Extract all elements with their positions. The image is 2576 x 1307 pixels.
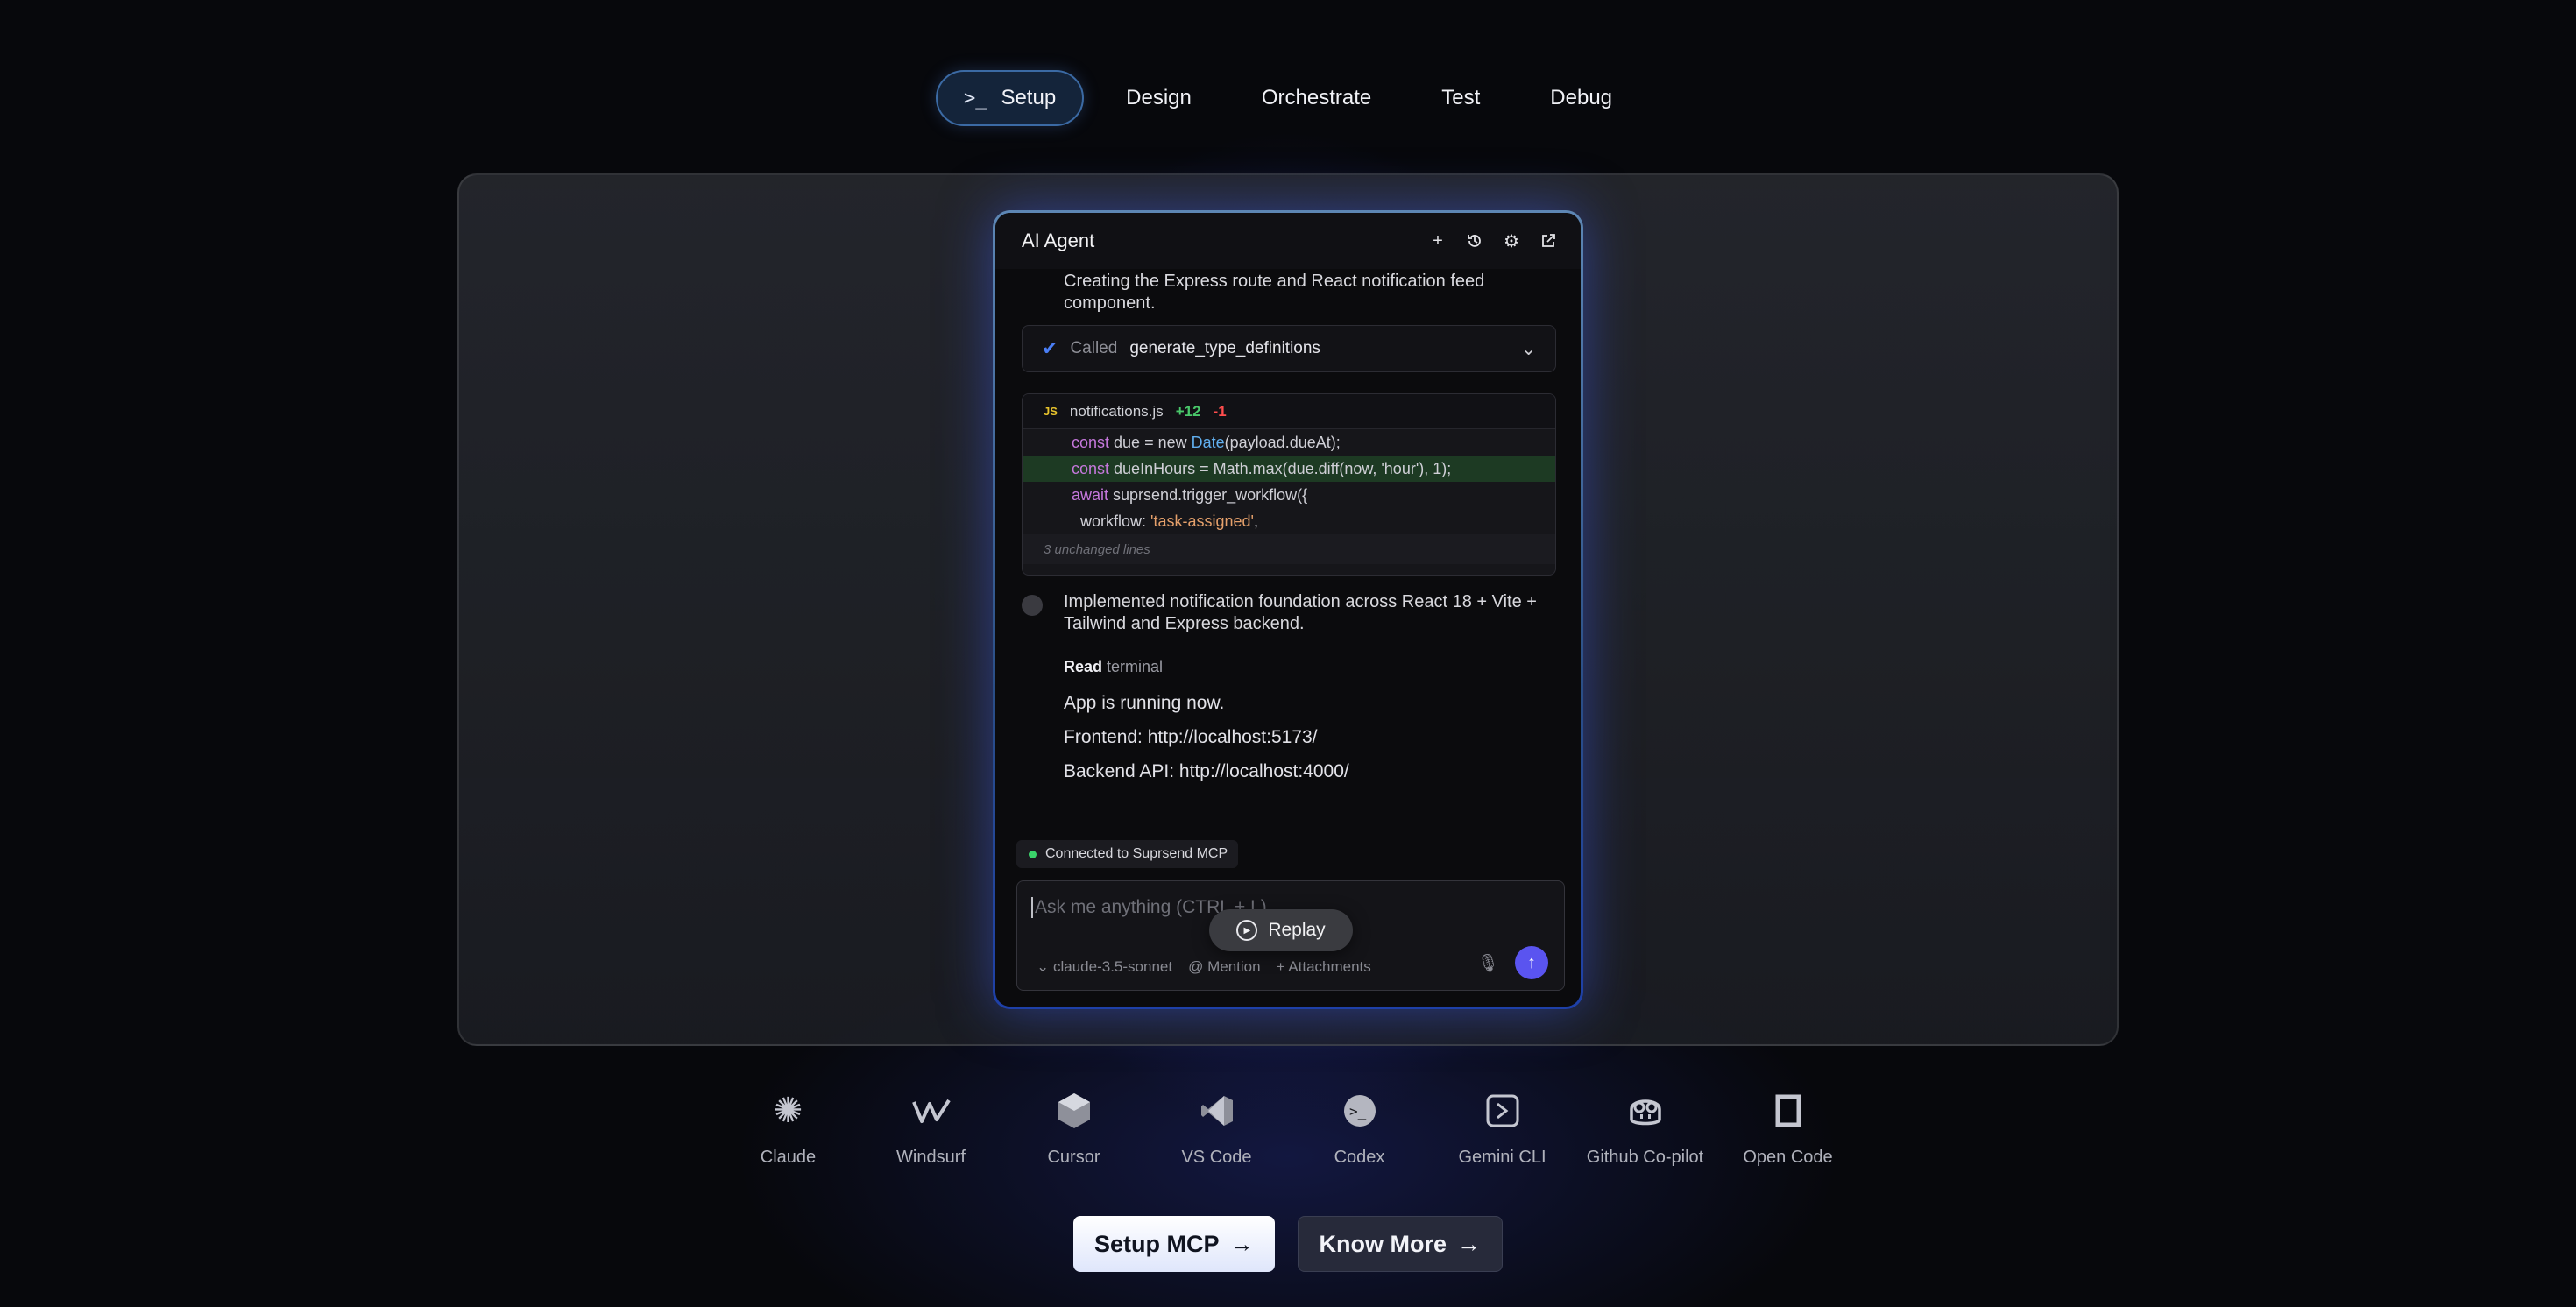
tab-setup[interactable]: >_ Setup	[935, 70, 1085, 126]
tool-github-copilot[interactable]: Github Co-pilot	[1574, 1090, 1716, 1168]
microphone-icon[interactable]: 🎙	[1477, 952, 1499, 974]
mcp-status-badge: Connected to Suprsend MCP	[1016, 840, 1239, 868]
tool-call-row[interactable]: ✔ Called generate_type_definitions ⌄	[1022, 325, 1556, 372]
setup-mcp-button[interactable]: Setup MCP →	[1072, 1216, 1275, 1272]
setup-mcp-label: Setup MCP	[1093, 1230, 1220, 1257]
code-line: workflow: 'task-assigned',	[1072, 512, 1258, 530]
function-name: generate_type_definitions	[1129, 339, 1320, 357]
tool-name: Windsurf	[896, 1148, 966, 1167]
chevron-down-icon: ⌄	[1037, 958, 1050, 975]
mention-button[interactable]: @ Mention	[1188, 958, 1260, 976]
model-name: claude-3.5-sonnet	[1052, 958, 1173, 975]
arrow-right-icon: →	[1229, 1230, 1254, 1257]
windsurf-icon	[910, 1090, 952, 1132]
code-line: await suprsend.trigger_workflow({	[1072, 485, 1308, 504]
know-more-button[interactable]: Know More →	[1297, 1216, 1503, 1272]
tab-label: Orchestrate	[1261, 86, 1372, 110]
check-icon: ✔	[1042, 337, 1058, 359]
terminal-line: Frontend: http://localhost:5173/	[1064, 727, 1318, 747]
read-target: terminal	[1107, 658, 1164, 675]
at-icon: @	[1188, 958, 1204, 975]
claude-icon: ✺	[773, 1092, 803, 1130]
new-chat-icon[interactable]: +	[1428, 231, 1447, 251]
mention-label: Mention	[1207, 958, 1261, 975]
code-diff: JS notifications.js +12 -1 const due = n…	[1022, 393, 1556, 576]
send-button[interactable]: ↑	[1515, 946, 1548, 979]
lines-removed: -1	[1213, 402, 1227, 420]
cursor-icon	[1053, 1090, 1095, 1132]
plus-icon: +	[1276, 958, 1285, 975]
tab-label: Setup	[1001, 86, 1057, 110]
lines-added: +12	[1175, 402, 1201, 420]
replay-label: Replay	[1268, 920, 1326, 940]
tool-name: VS Code	[1181, 1148, 1252, 1167]
ai-agent-panel: AI Agent + ⚙ Creating the Express route …	[993, 210, 1583, 1009]
panel-title: AI Agent	[1022, 230, 1095, 251]
tool-name: Claude	[760, 1148, 817, 1167]
code-line: const due = new Date (payload.dueAt);	[1072, 433, 1341, 451]
read-verb: Read	[1064, 658, 1103, 675]
tool-integrations: ✺ Claude Windsurf Cursor VS Code >_ Code…	[0, 1090, 2576, 1168]
tool-vscode[interactable]: VS Code	[1145, 1090, 1288, 1168]
unchanged-lines[interactable]: 3 unchanged lines	[1023, 534, 1555, 564]
svg-text:>_: >_	[1349, 1103, 1367, 1120]
tab-test[interactable]: Test	[1413, 70, 1508, 126]
summary-message: Implemented notification foundation acro…	[1064, 592, 1537, 633]
terminal-line: App is running now.	[1064, 693, 1225, 713]
code-line-added: const dueInHours = Math.max(due.diff(now…	[1023, 456, 1555, 482]
tab-label: Design	[1126, 86, 1192, 110]
attachments-label: Attachments	[1288, 958, 1371, 975]
tab-bar: >_ Setup Design Orchestrate Test Debug	[0, 70, 2576, 126]
called-label: Called	[1070, 339, 1118, 357]
tool-name: Gemini CLI	[1458, 1148, 1546, 1167]
tab-label: Test	[1441, 86, 1481, 110]
terminal-icon: >_	[963, 87, 987, 110]
history-icon[interactable]	[1465, 231, 1484, 251]
panel-header: AI Agent + ⚙	[995, 213, 1581, 269]
tool-name: Codex	[1334, 1148, 1385, 1167]
arrow-right-icon: →	[1457, 1230, 1481, 1257]
arrow-up-icon: ↑	[1527, 952, 1536, 972]
replay-button[interactable]: ▶ Replay	[1209, 909, 1353, 951]
read-terminal-label: Read terminal	[1064, 658, 1163, 676]
tool-windsurf[interactable]: Windsurf	[860, 1090, 1002, 1168]
tab-debug[interactable]: Debug	[1522, 70, 1640, 126]
codex-icon: >_	[1339, 1090, 1381, 1132]
gemini-cli-icon	[1482, 1090, 1524, 1132]
agent-message: Creating the Express route and React not…	[1064, 272, 1485, 313]
tool-name: Github Co-pilot	[1586, 1148, 1704, 1167]
chevron-down-icon[interactable]: ⌄	[1521, 338, 1536, 360]
cta-row: Setup MCP → Know More →	[0, 1216, 2576, 1272]
status-dot-icon	[1022, 595, 1043, 616]
open-code-icon	[1767, 1090, 1809, 1132]
settings-icon[interactable]: ⚙	[1502, 231, 1521, 251]
tab-orchestrate[interactable]: Orchestrate	[1234, 70, 1399, 126]
tool-claude[interactable]: ✺ Claude	[717, 1090, 860, 1168]
tool-codex[interactable]: >_ Codex	[1288, 1090, 1431, 1168]
connected-dot-icon	[1029, 850, 1037, 858]
tool-open-code[interactable]: Open Code	[1716, 1090, 1859, 1168]
tab-label: Debug	[1550, 86, 1613, 110]
tool-cursor[interactable]: Cursor	[1002, 1090, 1145, 1168]
mcp-status-text: Connected to Suprsend MCP	[1045, 846, 1228, 861]
play-icon: ▶	[1236, 920, 1258, 941]
model-selector[interactable]: ⌄ claude-3.5-sonnet	[1037, 958, 1172, 976]
attachments-button[interactable]: + Attachments	[1277, 958, 1371, 976]
tool-gemini-cli[interactable]: Gemini CLI	[1431, 1090, 1574, 1168]
tool-name: Open Code	[1743, 1148, 1833, 1167]
terminal-line: Backend API: http://localhost:4000/	[1064, 761, 1349, 781]
tab-design[interactable]: Design	[1098, 70, 1220, 126]
javascript-icon: JS	[1044, 405, 1058, 418]
know-more-label: Know More	[1319, 1230, 1447, 1257]
github-copilot-icon	[1624, 1090, 1667, 1132]
vscode-icon	[1196, 1090, 1238, 1132]
tool-name: Cursor	[1047, 1148, 1100, 1167]
external-link-icon[interactable]	[1539, 231, 1558, 251]
diff-filename[interactable]: notifications.js	[1070, 403, 1164, 420]
